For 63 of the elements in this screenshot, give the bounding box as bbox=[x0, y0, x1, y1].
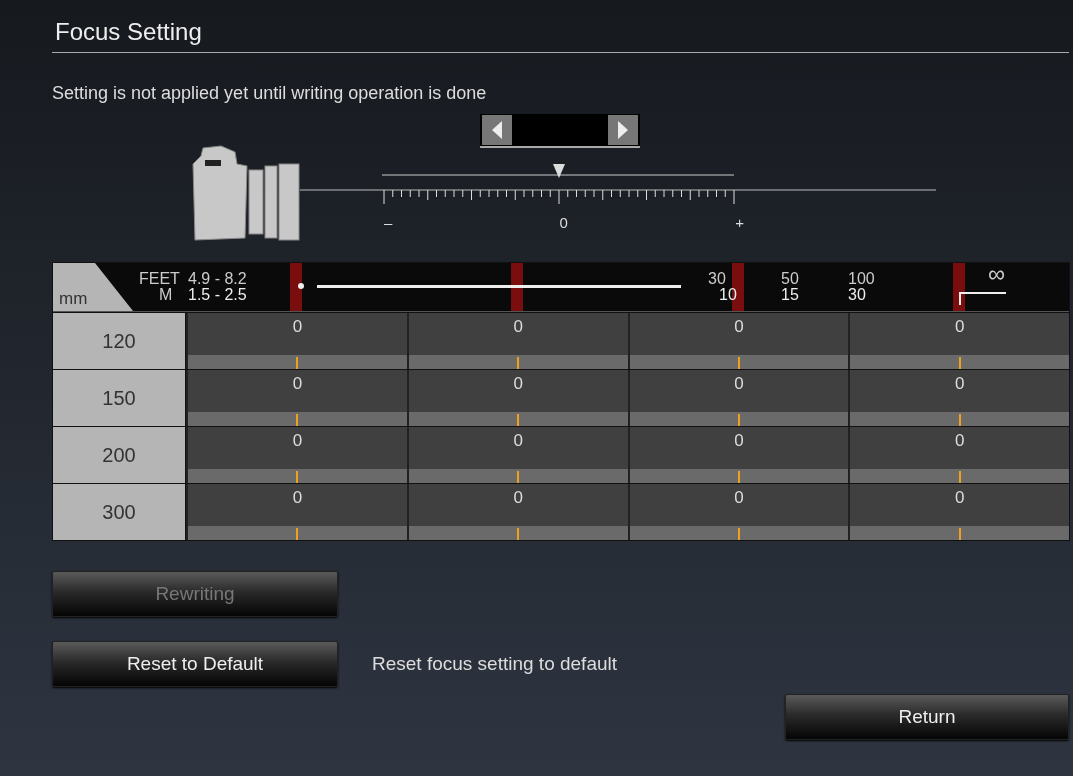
feet-value: 30 bbox=[708, 271, 726, 286]
corner-divider-icon bbox=[53, 263, 133, 311]
minus-label: – bbox=[384, 214, 393, 231]
marker-bar bbox=[290, 263, 302, 311]
offset-value: 0 bbox=[953, 430, 966, 452]
offset-value: 0 bbox=[512, 316, 524, 338]
focus-cell[interactable]: 0 bbox=[406, 370, 628, 426]
focus-cell[interactable]: 0 bbox=[627, 427, 849, 483]
offset-value: 0 bbox=[953, 487, 966, 509]
marker-bar bbox=[953, 263, 965, 311]
focal-length-cell: 150 bbox=[53, 370, 186, 426]
reset-button[interactable]: Reset to Default bbox=[52, 641, 338, 687]
focus-cell[interactable]: 0 bbox=[406, 427, 628, 483]
offset-value: 0 bbox=[512, 487, 524, 509]
meters-value: 10 bbox=[719, 287, 737, 302]
page-title: Focus Setting bbox=[52, 18, 1069, 53]
offset-value: 0 bbox=[512, 430, 524, 452]
feet-value: 4.9 - 8.2 bbox=[188, 271, 247, 286]
offset-value: 0 bbox=[953, 373, 966, 395]
focal-length-cell: 120 bbox=[53, 313, 186, 369]
notice-text: Setting is not applied yet until writing operation is done bbox=[52, 83, 488, 104]
offset-value: 0 bbox=[733, 373, 745, 395]
feet-value: 100 bbox=[848, 271, 875, 286]
plus-label: + bbox=[735, 214, 744, 231]
reset-description: Reset focus setting to default bbox=[372, 653, 618, 675]
infinity-bracket-icon bbox=[958, 291, 1008, 305]
offset-value: 0 bbox=[291, 430, 304, 452]
marker-bar bbox=[511, 263, 523, 311]
focus-cell[interactable]: 0 bbox=[406, 484, 628, 540]
feet-value: ∞ bbox=[988, 266, 1006, 281]
feet-value: 50 bbox=[781, 271, 799, 286]
focus-cell[interactable]: 0 bbox=[627, 484, 849, 540]
offset-value: 0 bbox=[733, 487, 745, 509]
focus-cell[interactable]: 0 bbox=[848, 370, 1069, 426]
corner-label: mm bbox=[59, 291, 88, 306]
return-button[interactable]: Return bbox=[785, 694, 1069, 740]
offset-value: 0 bbox=[512, 373, 524, 395]
focal-length-cell: 300 bbox=[53, 484, 186, 540]
offset-value: 0 bbox=[291, 316, 304, 338]
focus-cell[interactable]: 0 bbox=[627, 370, 849, 426]
focus-cell[interactable]: 0 bbox=[186, 313, 407, 369]
offset-value: 0 bbox=[733, 430, 745, 452]
value-selector[interactable] bbox=[480, 114, 640, 148]
zero-label: 0 bbox=[559, 214, 568, 231]
focus-cell[interactable]: 0 bbox=[848, 484, 1069, 540]
focus-cell[interactable]: 0 bbox=[627, 313, 849, 369]
meters-value: 30 bbox=[848, 287, 866, 302]
pointer-icon[interactable] bbox=[553, 164, 565, 178]
meters-value: 1.5 - 2.5 bbox=[188, 287, 247, 302]
focal-length-cell: 200 bbox=[53, 427, 186, 483]
offset-value: 0 bbox=[953, 316, 966, 338]
offset-value: 0 bbox=[291, 373, 304, 395]
focus-cell[interactable]: 0 bbox=[848, 427, 1069, 483]
focus-cell[interactable]: 0 bbox=[186, 370, 407, 426]
focus-cell[interactable]: 0 bbox=[406, 313, 628, 369]
offset-value: 0 bbox=[733, 316, 745, 338]
focus-cell[interactable]: 0 bbox=[186, 427, 407, 483]
feet-label: FEET bbox=[139, 271, 180, 286]
offset-value: 0 bbox=[291, 487, 304, 509]
meters-value: 15 bbox=[781, 287, 799, 302]
focus-cell[interactable]: 0 bbox=[848, 313, 1069, 369]
meters-label: M bbox=[159, 287, 173, 302]
focus-cell[interactable]: 0 bbox=[186, 484, 407, 540]
